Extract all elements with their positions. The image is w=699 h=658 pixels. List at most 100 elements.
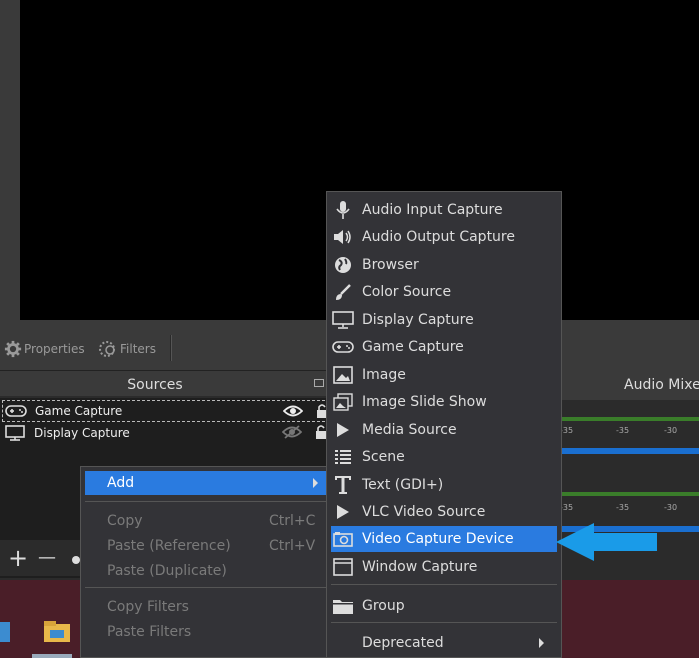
menu-item-label: Color Source	[362, 284, 452, 300]
menu-item-label: Add	[107, 475, 135, 491]
menu-item-browser[interactable]: Browser	[327, 253, 561, 277]
image-icon	[332, 364, 354, 386]
menu-item-paste-filters[interactable]: Paste Filters	[81, 620, 329, 644]
source-item-display-capture[interactable]: Display Capture	[2, 422, 330, 444]
menu-item-label: Browser	[362, 257, 419, 273]
volume-meter	[560, 492, 699, 496]
list-icon	[332, 446, 354, 468]
source-item-game-capture[interactable]: Game Capture	[2, 400, 330, 422]
audio-mixer-header: Audio Mixe	[560, 370, 699, 400]
app-icon[interactable]	[0, 616, 20, 646]
menu-item-label: Image Slide Show	[362, 394, 487, 410]
menu-item-display-capture[interactable]: Display Capture	[327, 308, 561, 332]
microphone-icon	[332, 199, 354, 221]
menu-item-label: Copy	[107, 513, 143, 529]
monitor-icon	[4, 425, 26, 441]
menu-item-image-slide-show[interactable]: Image Slide Show	[327, 390, 561, 414]
menu-item-label: Audio Output Capture	[362, 229, 515, 245]
slideshow-icon	[332, 391, 354, 413]
menu-item-text-gdi[interactable]: Text (GDI+)	[327, 473, 561, 497]
db-tick-label: -35	[616, 426, 630, 435]
menu-item-vlc-video-source[interactable]: VLC Video Source	[327, 500, 561, 524]
volume-meter	[560, 417, 699, 421]
toolbar-divider	[170, 335, 172, 361]
menu-item-label: Game Capture	[362, 339, 464, 355]
eye-hidden-icon[interactable]	[281, 425, 303, 442]
sources-controls: + —	[0, 540, 80, 576]
menu-item-label: Paste (Reference)	[107, 538, 231, 554]
menu-item-image[interactable]: Image	[327, 363, 561, 387]
play-icon	[332, 419, 354, 441]
sources-context-menu: Add Copy Ctrl+C Paste (Reference) Ctrl+V…	[80, 466, 330, 658]
source-label: Display Capture	[34, 426, 130, 440]
chevron-right-icon	[539, 638, 544, 648]
menu-item-label: Audio Input Capture	[362, 202, 503, 218]
menu-divider	[85, 501, 327, 502]
brush-icon	[332, 281, 354, 303]
menu-item-label: Display Capture	[362, 312, 474, 328]
play-icon	[332, 501, 354, 523]
menu-item-label: Text (GDI+)	[362, 477, 444, 493]
menu-item-game-capture[interactable]: Game Capture	[327, 335, 561, 359]
menu-item-label: Paste (Duplicate)	[107, 563, 227, 579]
dock-float-icon[interactable]	[314, 379, 324, 387]
properties-button[interactable]: Properties	[4, 338, 85, 360]
menu-item-label: Paste Filters	[107, 624, 192, 640]
db-tick-label: -30	[664, 503, 678, 512]
menu-item-add[interactable]: Add	[85, 471, 327, 495]
menu-item-paste-reference[interactable]: Paste (Reference) Ctrl+V	[81, 534, 329, 558]
menu-item-media-source[interactable]: Media Source	[327, 418, 561, 442]
menu-divider	[331, 622, 557, 623]
menu-item-paste-duplicate[interactable]: Paste (Duplicate)	[81, 559, 329, 583]
filters-label: Filters	[120, 342, 156, 356]
menu-item-label: Window Capture	[362, 559, 478, 575]
menu-item-group[interactable]: Group	[327, 594, 561, 618]
chevron-right-icon	[313, 478, 318, 488]
source-label: Game Capture	[35, 404, 123, 418]
globe-icon	[332, 254, 354, 276]
folder-icon	[332, 595, 354, 617]
menu-shortcut: Ctrl+V	[269, 538, 316, 554]
menu-item-label: Group	[362, 598, 405, 614]
annotation-arrow-icon	[556, 523, 657, 561]
filters-button[interactable]: Filters	[98, 338, 156, 360]
gear-icon	[4, 340, 22, 358]
gamepad-icon	[5, 404, 27, 418]
sources-header: Sources	[0, 370, 330, 396]
file-explorer-icon[interactable]	[42, 616, 72, 646]
menu-shortcut: Ctrl+C	[269, 513, 316, 529]
menu-item-audio-output-capture[interactable]: Audio Output Capture	[327, 225, 561, 249]
add-source-button[interactable]: +	[8, 546, 28, 570]
menu-divider	[331, 584, 557, 585]
menu-item-deprecated[interactable]: Deprecated	[327, 631, 561, 655]
audio-mixer-title: Audio Mixe	[624, 377, 699, 393]
menu-item-label: Video Capture Device	[362, 531, 514, 547]
gear-icon[interactable]	[70, 552, 80, 571]
menu-item-label: Scene	[362, 449, 405, 465]
remove-source-button[interactable]: —	[38, 546, 56, 570]
taskbar-active-indicator	[32, 654, 72, 658]
menu-item-copy[interactable]: Copy Ctrl+C	[81, 509, 329, 533]
menu-item-color-source[interactable]: Color Source	[327, 280, 561, 304]
menu-divider	[85, 587, 327, 588]
add-source-submenu: Audio Input Capture Audio Output Capture…	[326, 191, 562, 658]
menu-item-label: Deprecated	[362, 635, 444, 651]
filters-icon	[99, 341, 115, 357]
menu-item-label: Media Source	[362, 422, 457, 438]
menu-item-audio-input-capture[interactable]: Audio Input Capture	[327, 198, 561, 222]
menu-item-window-capture[interactable]: Window Capture	[327, 555, 561, 579]
eye-icon[interactable]	[282, 404, 304, 421]
db-tick-label: -30	[664, 426, 678, 435]
gamepad-icon	[332, 336, 354, 358]
db-tick-label: -35	[616, 503, 630, 512]
volume-slider[interactable]	[560, 448, 699, 454]
menu-item-scene[interactable]: Scene	[327, 445, 561, 469]
monitor-icon	[332, 309, 354, 331]
speaker-icon	[332, 226, 354, 248]
menu-item-label: Image	[362, 367, 406, 383]
sources-title: Sources	[127, 377, 183, 393]
menu-item-video-capture-device[interactable]: Video Capture Device	[331, 526, 557, 552]
properties-label: Properties	[24, 342, 85, 356]
menu-item-copy-filters[interactable]: Copy Filters	[81, 595, 329, 619]
camera-icon	[332, 528, 354, 550]
